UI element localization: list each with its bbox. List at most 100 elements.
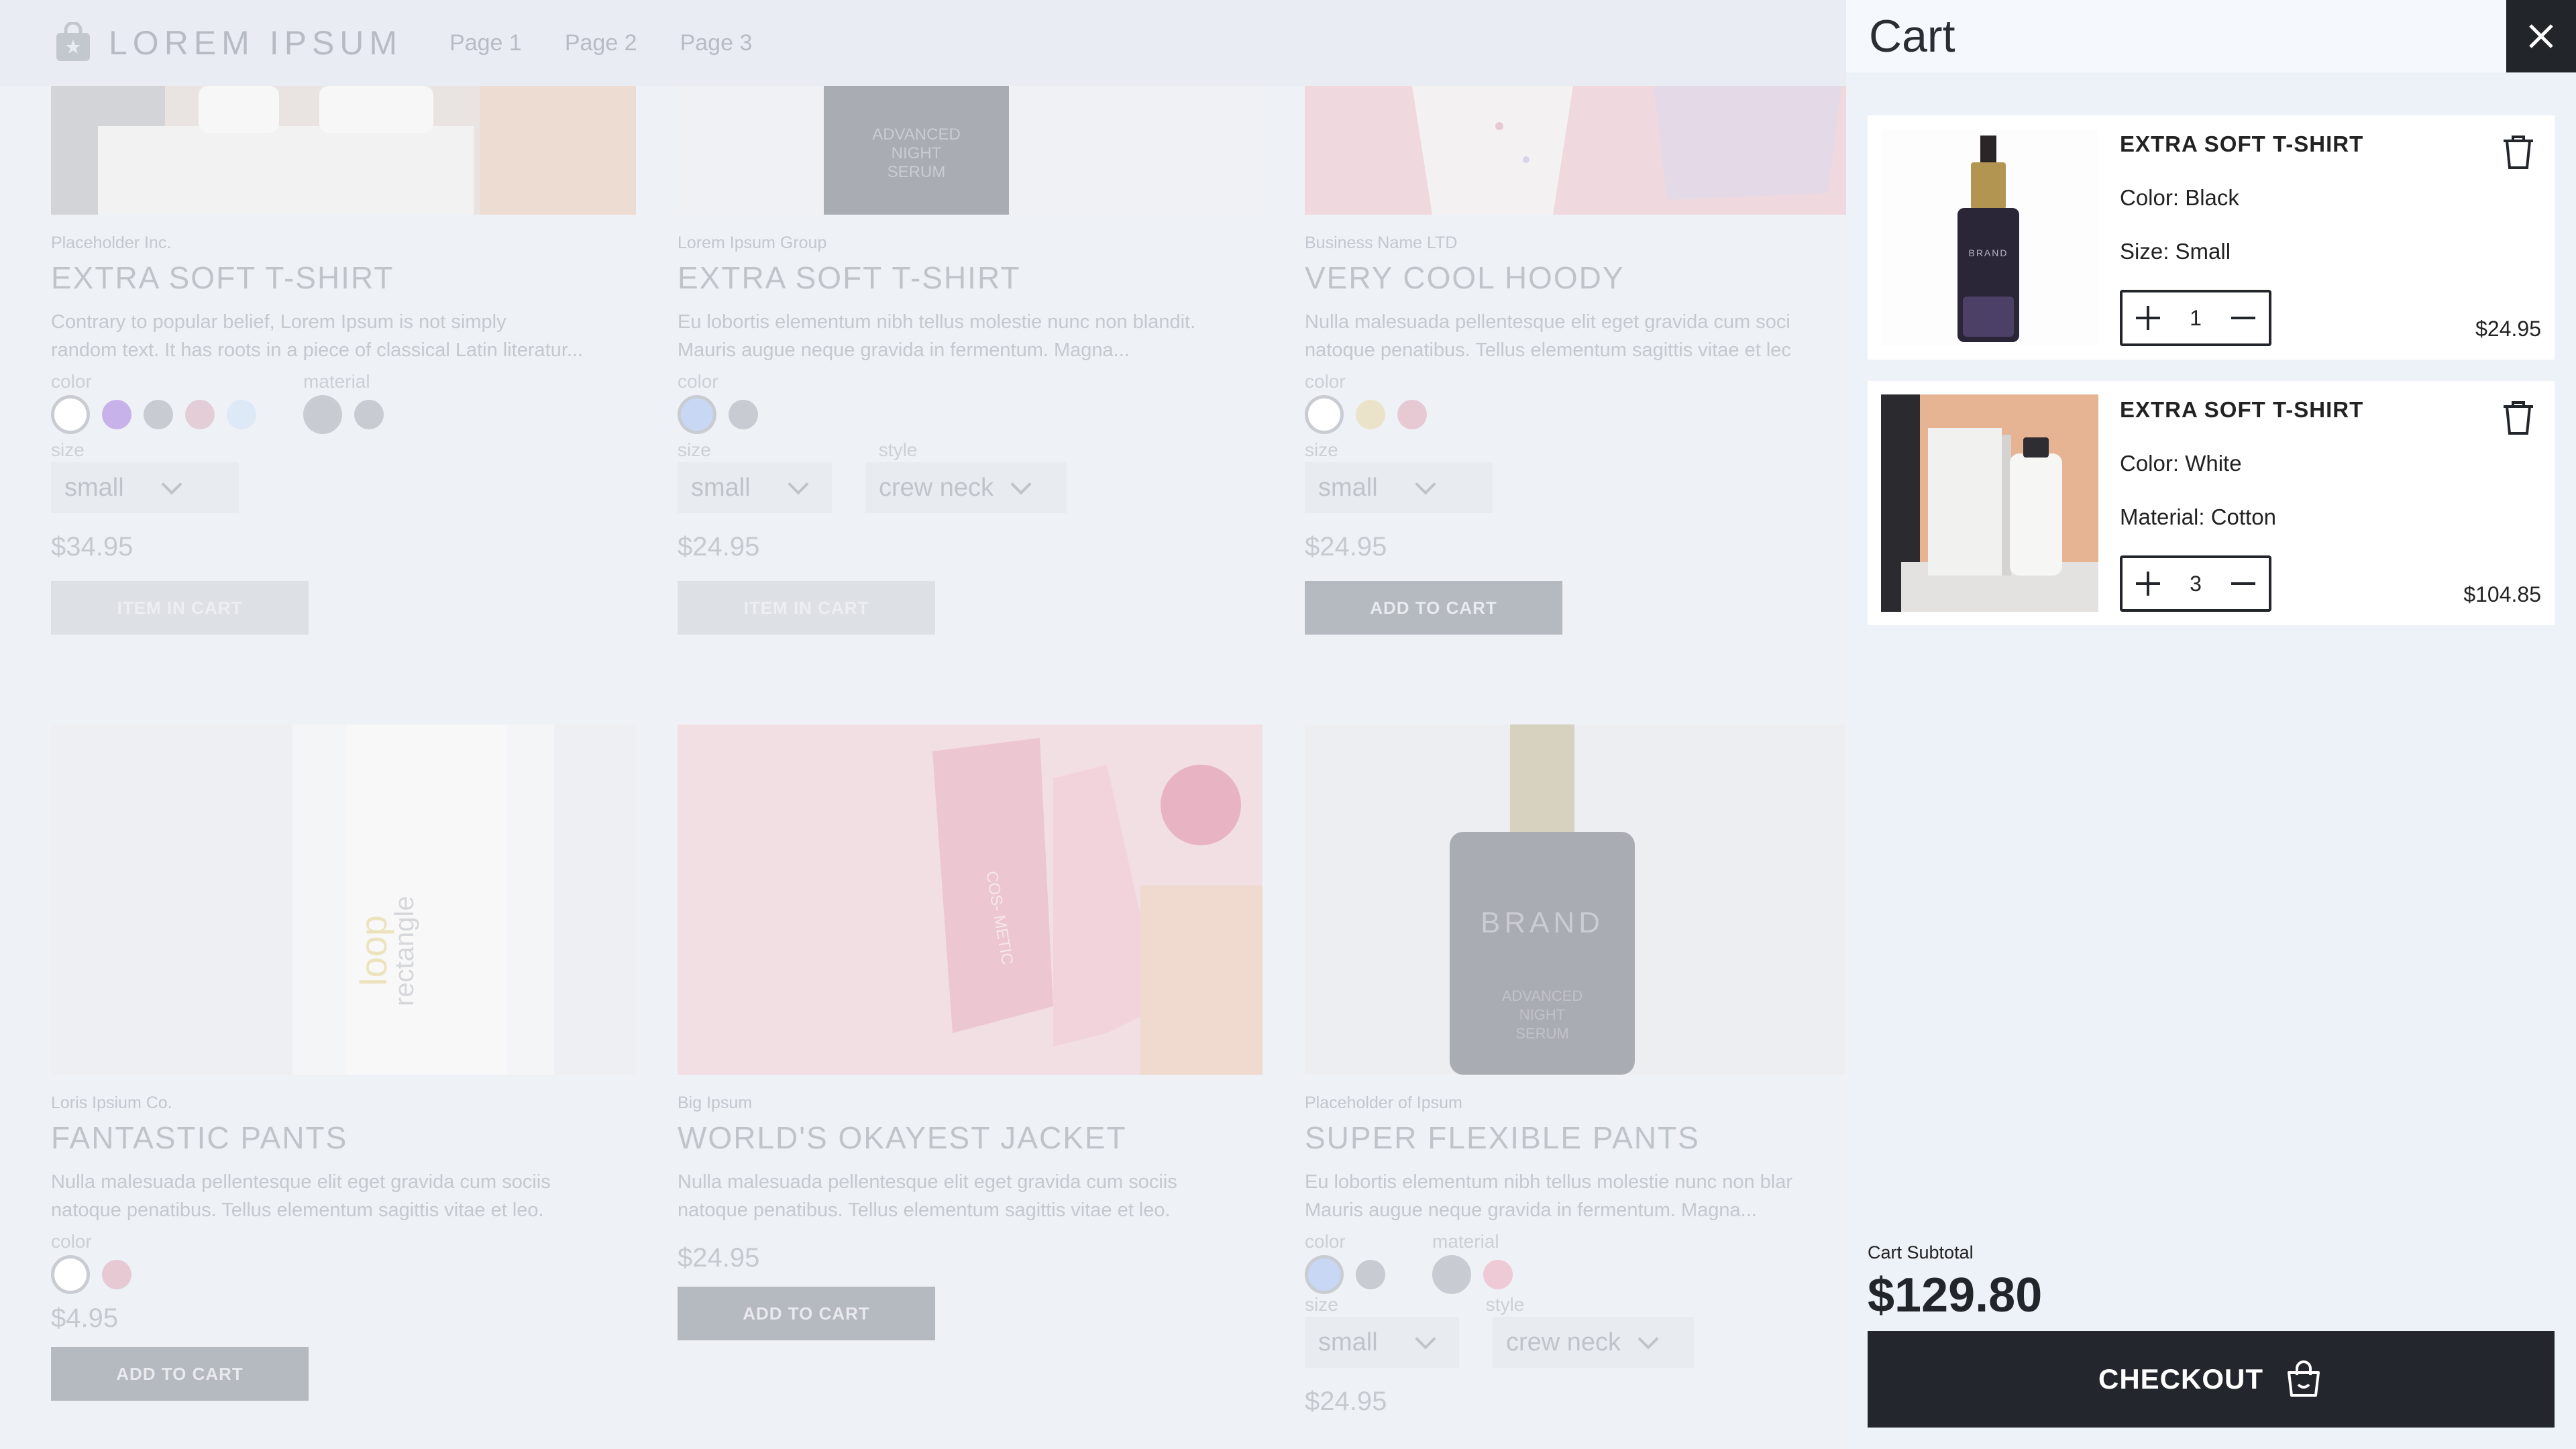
color-label: color xyxy=(1305,371,1346,392)
brand-name: Placeholder of Ipsum xyxy=(1305,1093,1462,1112)
size-select[interactable]: small xyxy=(1305,462,1493,513)
cart-item-price: $104.85 xyxy=(2463,582,2541,606)
product-description: Nulla malesuada pellentesque elit eget g… xyxy=(1305,308,1845,364)
color-label: color xyxy=(51,1231,92,1252)
product-title: VERY COOL HOODY xyxy=(1305,260,1625,295)
add-to-cart-button[interactable]: ADD TO CART xyxy=(51,1347,309,1401)
size-value: small xyxy=(1318,1328,1378,1356)
close-cart-button[interactable] xyxy=(2506,0,2576,72)
color-swatch[interactable] xyxy=(1305,395,1344,434)
color-swatch[interactable] xyxy=(1305,1255,1344,1294)
chevron-down-icon xyxy=(1638,1328,1659,1350)
color-swatch[interactable] xyxy=(1356,1260,1385,1289)
color-swatch[interactable] xyxy=(102,400,131,429)
color-swatch[interactable] xyxy=(678,395,716,434)
product-card: loop rectangle Loris Ipsium Co. FANTASTI… xyxy=(51,724,636,1401)
material-swatch[interactable] xyxy=(1483,1260,1513,1289)
minus-icon[interactable] xyxy=(2230,305,2257,331)
cart-item-name: EXTRA SOFT T-SHIRT xyxy=(2120,397,2364,422)
close-icon xyxy=(2529,24,2553,48)
description-line: Nulla malesuada pellentesque elit eget g… xyxy=(678,1171,1177,1193)
cart-header: Cart xyxy=(1846,0,2576,72)
size-label: size xyxy=(51,439,85,460)
logo[interactable]: LOREM IPSUM xyxy=(52,21,402,64)
checkout-button[interactable]: CHECKOUT xyxy=(1868,1331,2555,1428)
style-select[interactable]: crew neck xyxy=(1493,1317,1694,1368)
item-in-cart-button[interactable]: ITEM IN CART xyxy=(678,581,935,635)
color-swatch[interactable] xyxy=(51,1255,90,1294)
style-label: style xyxy=(878,439,918,460)
material-swatch[interactable] xyxy=(1432,1255,1471,1294)
color-swatch[interactable] xyxy=(102,1260,131,1289)
color-swatch[interactable] xyxy=(1397,400,1427,429)
size-label: size xyxy=(1305,1294,1338,1315)
plus-icon[interactable] xyxy=(2135,305,2161,331)
cart-item-color: Color: White xyxy=(2120,451,2242,476)
add-to-cart-button[interactable]: ADD TO CART xyxy=(1305,581,1562,635)
chevron-down-icon xyxy=(161,474,182,495)
minus-icon[interactable] xyxy=(2230,570,2257,597)
shopping-bag-icon xyxy=(52,21,94,64)
description-line: natoque penatibus. Tellus elementum sagi… xyxy=(1305,339,1791,361)
nav-page-2[interactable]: Page 2 xyxy=(565,30,637,56)
size-label: size xyxy=(1305,439,1338,460)
description-line: Eu lobortis elementum nibh tellus molest… xyxy=(678,311,1196,333)
product-description: Nulla malesuada pellentesque elit eget g… xyxy=(678,1168,1263,1224)
serum-label: SERUM xyxy=(888,163,946,181)
cart-item: EXTRA SOFT T-SHIRT Color: White Material… xyxy=(1868,381,2555,625)
size-select[interactable]: small xyxy=(1305,1317,1459,1368)
size-value: small xyxy=(691,473,751,502)
nav-page-1[interactable]: Page 1 xyxy=(449,30,522,56)
size-label: size xyxy=(678,439,711,460)
cart-item-color: Color: Black xyxy=(2120,185,2239,210)
size-select[interactable]: small xyxy=(678,462,832,513)
cart-panel: Cart BRAND EXTRA SOFT T-SHIRT Color: Bla… xyxy=(1846,0,2576,1449)
item-in-cart-button[interactable]: ITEM IN CART xyxy=(51,581,309,635)
size-select[interactable]: small xyxy=(51,462,239,513)
quantity-value: 3 xyxy=(2190,571,2202,596)
cart-item-price: $24.95 xyxy=(2475,317,2541,341)
serum-label: NIGHT xyxy=(1519,1006,1565,1023)
material-swatch[interactable] xyxy=(354,400,384,429)
product-price: $24.95 xyxy=(678,1243,760,1273)
nav-page-3[interactable]: Page 3 xyxy=(680,30,753,56)
cart-item-image: BRAND xyxy=(1881,129,2098,346)
size-value: small xyxy=(64,473,124,502)
style-select[interactable]: crew neck xyxy=(865,462,1067,513)
color-swatch[interactable] xyxy=(1356,400,1385,429)
brand-name: Big Ipsum xyxy=(678,1093,753,1112)
color-swatch[interactable] xyxy=(51,395,90,434)
color-swatch[interactable] xyxy=(729,400,758,429)
chevron-down-icon xyxy=(1010,474,1032,495)
add-to-cart-button[interactable]: ADD TO CART xyxy=(678,1287,935,1340)
serum-label: ADVANCED xyxy=(1502,987,1583,1004)
cart-title: Cart xyxy=(1869,11,1955,62)
product-title: EXTRA SOFT T-SHIRT xyxy=(51,260,394,295)
product-description: Nulla malesuada pellentesque elit eget g… xyxy=(51,1168,636,1224)
description-line: Mauris augue neque gravida in fermentum.… xyxy=(678,339,1130,361)
product-description: Eu lobortis elementum nibh tellus molest… xyxy=(678,308,1263,364)
material-swatch[interactable] xyxy=(303,395,342,434)
product-price: $24.95 xyxy=(678,532,760,561)
description-line: Nulla malesuada pellentesque elit eget g… xyxy=(1305,311,1790,333)
brand-name: Loris Ipsium Co. xyxy=(51,1093,172,1112)
quantity-stepper: 3 xyxy=(2120,555,2271,612)
description-line: Eu lobortis elementum nibh tellus molest… xyxy=(1305,1171,1793,1193)
color-swatch[interactable] xyxy=(185,400,215,429)
color-swatch[interactable] xyxy=(227,400,256,429)
plus-icon[interactable] xyxy=(2135,570,2161,597)
brand-label: BRAND xyxy=(1968,248,2008,258)
color-swatch[interactable] xyxy=(144,400,173,429)
serum-label: SERUM xyxy=(1515,1025,1568,1042)
description-line: natoque penatibus. Tellus elementum sagi… xyxy=(678,1199,1171,1221)
product-image xyxy=(1305,86,1890,215)
cart-item-image xyxy=(1881,394,2098,612)
trash-icon[interactable] xyxy=(2502,134,2534,170)
product-description: Eu lobortis elementum nibh tellus molest… xyxy=(1305,1168,1845,1224)
style-label: style xyxy=(1485,1294,1525,1315)
trash-icon[interactable] xyxy=(2502,400,2534,436)
brand-name: Lorem Ipsum Group xyxy=(678,233,827,252)
product-card: Business Name LTD VERY COOL HOODY Nulla … xyxy=(1305,86,1890,635)
chevron-down-icon xyxy=(1415,1328,1436,1350)
subtotal-value: $129.80 xyxy=(1868,1269,2043,1322)
